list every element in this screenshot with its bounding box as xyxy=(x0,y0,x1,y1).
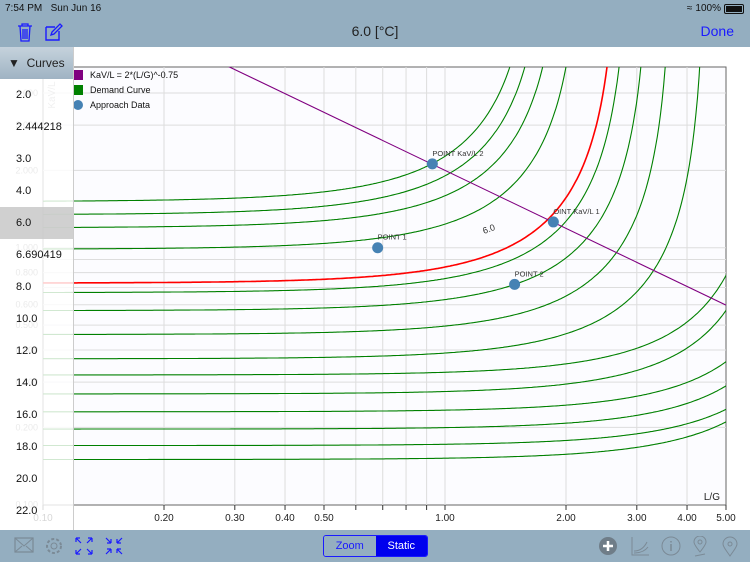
x-tick-label: 0.40 xyxy=(275,513,295,524)
legend-label: Demand Curve xyxy=(90,85,151,95)
approach-point xyxy=(547,216,559,228)
curves-header[interactable]: ▼ Curves xyxy=(0,47,73,79)
page-title: 6.0 [°C] xyxy=(351,23,399,39)
gear-icon[interactable] xyxy=(44,536,64,561)
x-tick-label: 0.50 xyxy=(314,513,334,524)
curve-item[interactable]: 3.0 xyxy=(0,143,73,175)
expand-icon[interactable] xyxy=(74,536,94,561)
pin-route-icon[interactable] xyxy=(690,535,710,563)
status-time: 7:54 PM Sun Jun 16 xyxy=(5,3,102,14)
add-icon[interactable] xyxy=(598,536,618,561)
pin-icon[interactable] xyxy=(720,536,740,563)
legend-marker-square xyxy=(73,70,83,80)
curve-item[interactable]: 22.0 xyxy=(0,495,73,527)
x-tick-label: 5.00 xyxy=(716,513,736,524)
point-label: POINT KaV/L 2 xyxy=(432,149,483,158)
status-bar: 7:54 PM Sun Jun 16 ≈100% xyxy=(0,0,750,18)
point-label: POINT 2 xyxy=(515,269,544,278)
curves-icon[interactable] xyxy=(630,536,650,561)
wifi-icon: ≈ xyxy=(686,3,693,14)
approach-point xyxy=(426,158,438,170)
curve-item[interactable]: 14.0 xyxy=(0,367,73,399)
battery-percent: 100% xyxy=(695,3,721,14)
curve-item[interactable]: 6.690419 xyxy=(0,239,73,271)
curve-item[interactable]: 2.0 xyxy=(0,79,73,111)
chart[interactable]: 0.100.200.300.400.501.002.003.004.005.00… xyxy=(0,0,750,562)
x-tick-label: 4.00 xyxy=(677,513,697,524)
triangle-down-icon: ▼ xyxy=(8,56,20,70)
x-tick-label: 0.30 xyxy=(225,513,245,524)
curve-item[interactable]: 8.0 xyxy=(0,271,73,303)
curve-item[interactable]: 4.0 xyxy=(0,175,73,207)
x-tick-label: 3.00 xyxy=(627,513,647,524)
legend-label: Approach Data xyxy=(90,100,150,110)
approach-point xyxy=(509,278,521,290)
zoom-static-segmented-control: Zoom Static xyxy=(323,535,428,557)
x-tick-label: 2.00 xyxy=(556,513,576,524)
curve-item[interactable]: 18.0 xyxy=(0,431,73,463)
point-label: OINT KaV/L 1 xyxy=(553,207,599,216)
curve-item[interactable]: 16.0 xyxy=(0,399,73,431)
collapse-icon[interactable] xyxy=(104,536,124,561)
curves-sidebar: ▼ Curves 2.0 2.444218 3.0 4.0 6.0 6.690419 8.0… xyxy=(0,47,74,530)
approach-point xyxy=(372,242,384,254)
x-axis-label: L/G xyxy=(704,492,720,503)
legend-label: KaV/L = 2*(L/G)^-0.75 xyxy=(90,70,178,80)
nav-bar: 6.0 [°C] Done xyxy=(0,18,750,47)
segment-zoom[interactable]: Zoom xyxy=(324,536,376,556)
point-label: POINT 1 xyxy=(378,233,407,242)
curve-item[interactable]: 20.0 xyxy=(0,463,73,495)
curve-item[interactable]: 6.0 xyxy=(0,207,73,239)
curve-item[interactable]: 2.444218 xyxy=(0,111,73,143)
info-icon[interactable] xyxy=(661,536,681,561)
battery-icon xyxy=(724,3,744,14)
legend-marker-square xyxy=(73,85,83,95)
x-tick-label: 0.20 xyxy=(154,513,174,524)
bottom-toolbar: Zoom Static xyxy=(0,530,750,562)
curve-item[interactable]: 12.0 xyxy=(0,335,73,367)
done-button[interactable]: Done xyxy=(701,23,734,39)
segment-static[interactable]: Static xyxy=(375,536,427,556)
x-tick-label: 1.00 xyxy=(435,513,455,524)
curve-item[interactable]: 10.0 xyxy=(0,303,73,335)
legend-marker-circle xyxy=(73,100,83,110)
mail-icon[interactable] xyxy=(14,536,34,559)
